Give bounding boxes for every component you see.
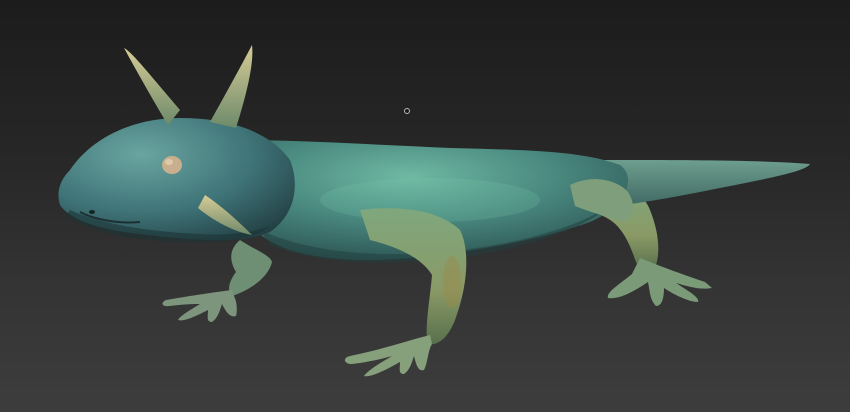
front-left-leg	[162, 240, 272, 322]
head	[58, 118, 295, 243]
3d-viewport[interactable]	[0, 0, 850, 412]
axolotl-model[interactable]	[0, 0, 850, 412]
eye	[162, 156, 182, 174]
cursor-dot-icon	[404, 108, 410, 114]
